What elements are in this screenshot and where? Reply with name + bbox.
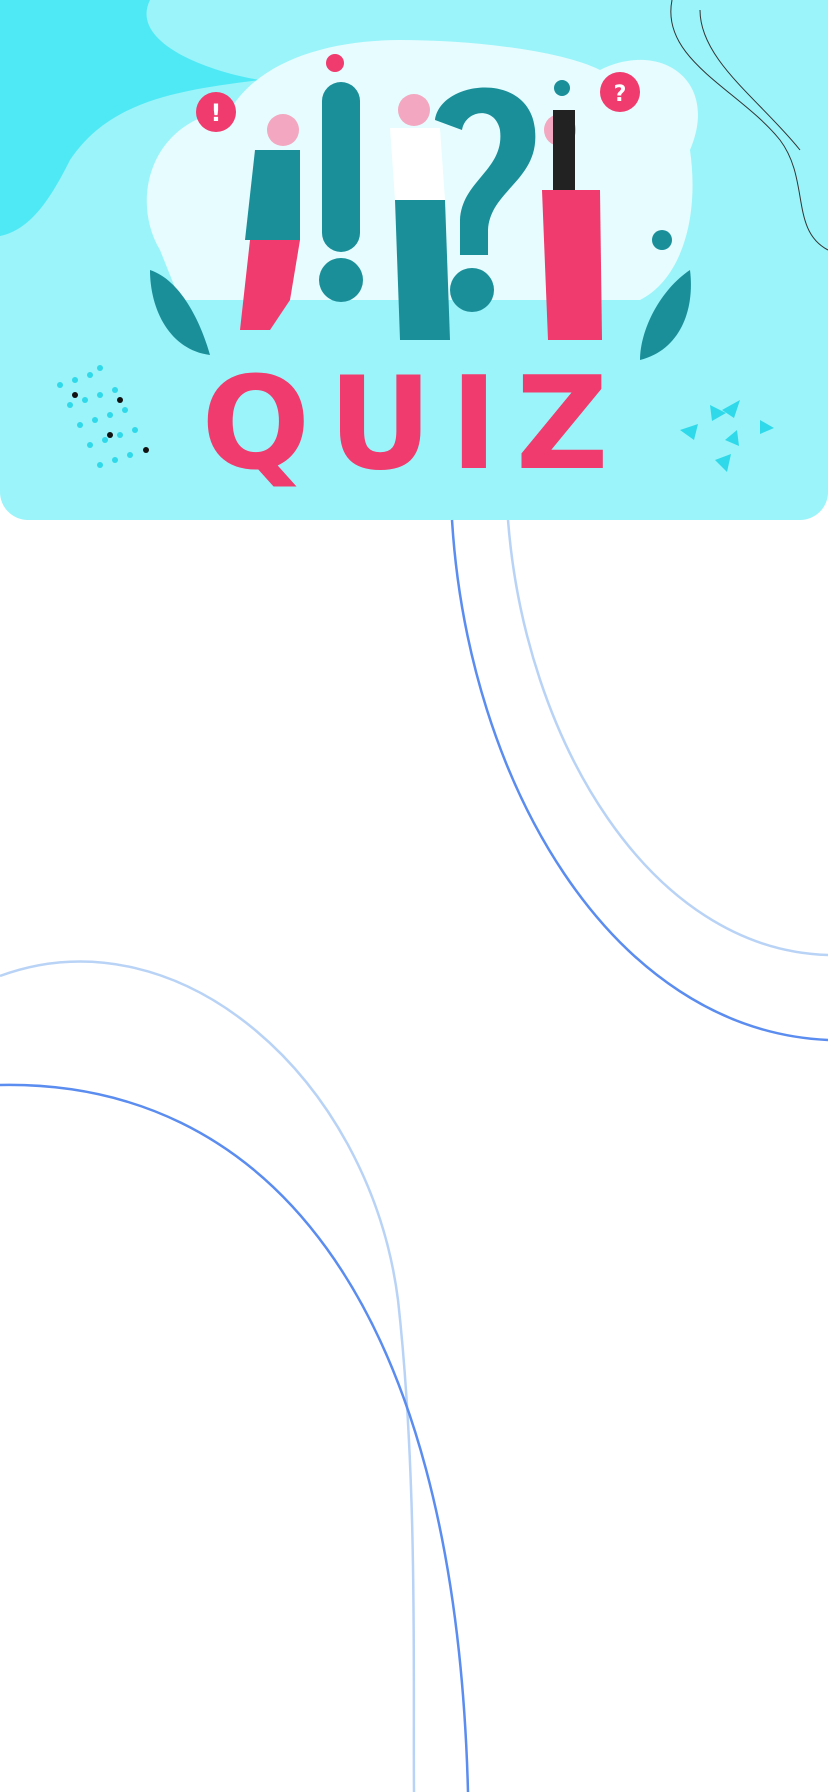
question-bubble-icon: ? bbox=[600, 72, 640, 112]
svg-text:QUIZ: QUIZ bbox=[201, 350, 626, 499]
curve-dark-bottom bbox=[0, 1083, 470, 1792]
svg-text:?: ? bbox=[614, 82, 627, 107]
quiz-title-art: QUIZ bbox=[201, 350, 626, 499]
quiz-illustration: ! ? QUIZ bbox=[0, 0, 828, 499]
curve-light-top bbox=[506, 519, 828, 957]
triangle-pattern bbox=[680, 400, 774, 472]
dot-pattern bbox=[57, 365, 149, 468]
svg-text:!: ! bbox=[211, 99, 222, 127]
curve-dark-top bbox=[450, 519, 828, 1042]
quiz-banner-image: ! ? QUIZ bbox=[0, 0, 828, 520]
curve-light-bottom bbox=[0, 960, 416, 1792]
exclamation-symbol bbox=[319, 82, 363, 302]
alert-bubble-icon: ! bbox=[196, 92, 236, 132]
